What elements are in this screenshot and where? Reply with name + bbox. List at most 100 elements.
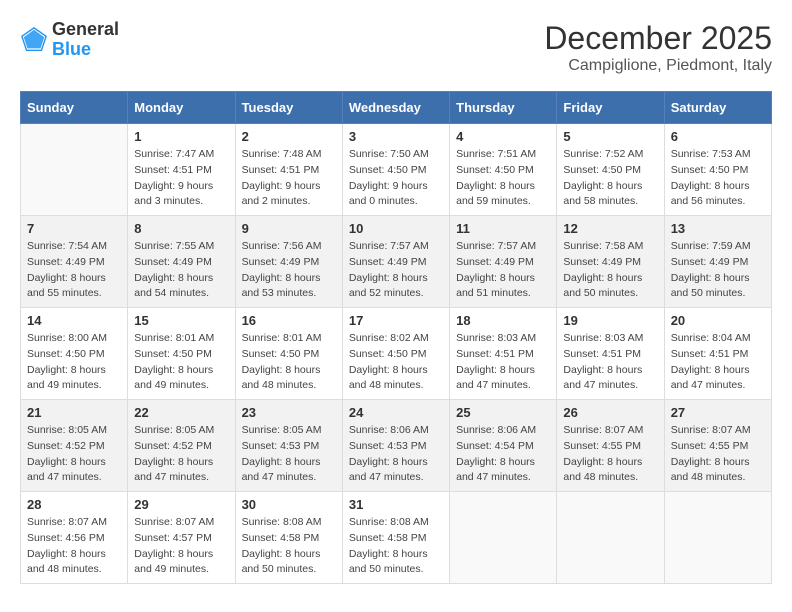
day-info: Sunrise: 8:08 AMSunset: 4:58 PMDaylight:… <box>349 515 443 578</box>
day-info: Sunrise: 7:56 AMSunset: 4:49 PMDaylight:… <box>242 239 336 302</box>
day-number: 8 <box>134 221 228 236</box>
day-info: Sunrise: 7:48 AMSunset: 4:51 PMDaylight:… <box>242 147 336 210</box>
calendar-cell: 17 Sunrise: 8:02 AMSunset: 4:50 PMDayligh… <box>342 308 449 400</box>
day-info: Sunrise: 8:07 AMSunset: 4:56 PMDaylight:… <box>27 515 121 578</box>
calendar-cell <box>557 492 664 584</box>
day-info: Sunrise: 8:07 AMSunset: 4:57 PMDaylight:… <box>134 515 228 578</box>
month-title: December 2025 <box>544 20 772 57</box>
calendar-week-row: 1 Sunrise: 7:47 AMSunset: 4:51 PMDaylight… <box>21 124 772 216</box>
day-number: 3 <box>349 129 443 144</box>
day-number: 11 <box>456 221 550 236</box>
day-number: 22 <box>134 405 228 420</box>
calendar-cell: 23Sunrise: 8:05 AMSunset: 4:53 PMDayligh… <box>235 400 342 492</box>
calendar-cell: 9 Sunrise: 7:56 AMSunset: 4:49 PMDaylight… <box>235 216 342 308</box>
day-info: Sunrise: 7:53 AMSunset: 4:50 PMDaylight:… <box>671 147 765 210</box>
day-number: 26 <box>563 405 657 420</box>
day-info: Sunrise: 7:58 AMSunset: 4:49 PMDaylight:… <box>563 239 657 302</box>
calendar-cell: 4Sunrise: 7:51 AMSunset: 4:50 PMDaylight… <box>450 124 557 216</box>
day-number: 10 <box>349 221 443 236</box>
day-number: 31 <box>349 497 443 512</box>
day-number: 23 <box>242 405 336 420</box>
day-number: 12 <box>563 221 657 236</box>
day-number: 19 <box>563 313 657 328</box>
calendar-week-row: 28 Sunrise: 8:07 AMSunset: 4:56 PMDayligh… <box>21 492 772 584</box>
day-number: 1 <box>134 129 228 144</box>
day-info: Sunrise: 8:03 AMSunset: 4:51 PMDaylight:… <box>563 331 657 394</box>
calendar-cell: 5Sunrise: 7:52 AMSunset: 4:50 PMDaylight… <box>557 124 664 216</box>
calendar-cell: 7 Sunrise: 7:54 AMSunset: 4:49 PMDaylight… <box>21 216 128 308</box>
calendar: SundayMondayTuesdayWednesdayThursdayFrid… <box>20 91 772 584</box>
calendar-cell: 3 Sunrise: 7:50 AMSunset: 4:50 PMDaylight… <box>342 124 449 216</box>
logo-blue-text: Blue <box>52 39 91 59</box>
calendar-cell: 28 Sunrise: 8:07 AMSunset: 4:56 PMDayligh… <box>21 492 128 584</box>
calendar-header-thursday: Thursday <box>450 92 557 124</box>
day-number: 28 <box>27 497 121 512</box>
calendar-cell: 20 Sunrise: 8:04 AMSunset: 4:51 PMDayligh… <box>664 308 771 400</box>
calendar-cell: 1 Sunrise: 7:47 AMSunset: 4:51 PMDaylight… <box>128 124 235 216</box>
day-info: Sunrise: 8:07 AMSunset: 4:55 PMDaylight:… <box>563 423 657 486</box>
calendar-cell: 6 Sunrise: 7:53 AMSunset: 4:50 PMDaylight… <box>664 124 771 216</box>
calendar-cell: 16 Sunrise: 8:01 AMSunset: 4:50 PMDayligh… <box>235 308 342 400</box>
calendar-week-row: 7 Sunrise: 7:54 AMSunset: 4:49 PMDaylight… <box>21 216 772 308</box>
day-info: Sunrise: 7:59 AMSunset: 4:49 PMDaylight:… <box>671 239 765 302</box>
day-number: 21 <box>27 405 121 420</box>
logo-general-text: General <box>52 19 119 39</box>
calendar-cell: 21 Sunrise: 8:05 AMSunset: 4:52 PMDayligh… <box>21 400 128 492</box>
calendar-header-row: SundayMondayTuesdayWednesdayThursdayFrid… <box>21 92 772 124</box>
calendar-cell: 24 Sunrise: 8:06 AMSunset: 4:53 PMDayligh… <box>342 400 449 492</box>
calendar-week-row: 14 Sunrise: 8:00 AMSunset: 4:50 PMDayligh… <box>21 308 772 400</box>
day-number: 13 <box>671 221 765 236</box>
day-info: Sunrise: 7:47 AMSunset: 4:51 PMDaylight:… <box>134 147 228 210</box>
day-number: 14 <box>27 313 121 328</box>
day-number: 25 <box>456 405 550 420</box>
location-subtitle: Campiglione, Piedmont, Italy <box>544 57 772 75</box>
day-number: 17 <box>349 313 443 328</box>
day-info: Sunrise: 8:02 AMSunset: 4:50 PMDaylight:… <box>349 331 443 394</box>
day-number: 27 <box>671 405 765 420</box>
calendar-cell: 27 Sunrise: 8:07 AMSunset: 4:55 PMDayligh… <box>664 400 771 492</box>
calendar-cell: 13 Sunrise: 7:59 AMSunset: 4:49 PMDayligh… <box>664 216 771 308</box>
calendar-header-friday: Friday <box>557 92 664 124</box>
calendar-cell <box>450 492 557 584</box>
day-info: Sunrise: 8:06 AMSunset: 4:53 PMDaylight:… <box>349 423 443 486</box>
calendar-cell: 26 Sunrise: 8:07 AMSunset: 4:55 PMDayligh… <box>557 400 664 492</box>
day-info: Sunrise: 7:54 AMSunset: 4:49 PMDaylight:… <box>27 239 121 302</box>
day-info: Sunrise: 7:57 AMSunset: 4:49 PMDaylight:… <box>349 239 443 302</box>
day-number: 18 <box>456 313 550 328</box>
day-number: 29 <box>134 497 228 512</box>
day-info: Sunrise: 7:57 AMSunset: 4:49 PMDaylight:… <box>456 239 550 302</box>
calendar-cell <box>21 124 128 216</box>
day-info: Sunrise: 8:04 AMSunset: 4:51 PMDaylight:… <box>671 331 765 394</box>
calendar-header-saturday: Saturday <box>664 92 771 124</box>
day-number: 20 <box>671 313 765 328</box>
day-info: Sunrise: 8:08 AMSunset: 4:58 PMDaylight:… <box>242 515 336 578</box>
day-info: Sunrise: 8:01 AMSunset: 4:50 PMDaylight:… <box>134 331 228 394</box>
day-info: Sunrise: 8:07 AMSunset: 4:55 PMDaylight:… <box>671 423 765 486</box>
calendar-week-row: 21 Sunrise: 8:05 AMSunset: 4:52 PMDayligh… <box>21 400 772 492</box>
day-info: Sunrise: 8:06 AMSunset: 4:54 PMDaylight:… <box>456 423 550 486</box>
day-number: 9 <box>242 221 336 236</box>
day-number: 2 <box>242 129 336 144</box>
calendar-cell: 19 Sunrise: 8:03 AMSunset: 4:51 PMDayligh… <box>557 308 664 400</box>
day-info: Sunrise: 8:01 AMSunset: 4:50 PMDaylight:… <box>242 331 336 394</box>
day-info: Sunrise: 8:05 AMSunset: 4:52 PMDaylight:… <box>27 423 121 486</box>
day-number: 7 <box>27 221 121 236</box>
day-number: 5 <box>563 129 657 144</box>
logo: General Blue <box>20 20 119 60</box>
header: General Blue December 2025 Campiglione, … <box>20 20 772 75</box>
calendar-cell: 18Sunrise: 8:03 AMSunset: 4:51 PMDayligh… <box>450 308 557 400</box>
calendar-cell: 14 Sunrise: 8:00 AMSunset: 4:50 PMDayligh… <box>21 308 128 400</box>
day-number: 15 <box>134 313 228 328</box>
calendar-header-monday: Monday <box>128 92 235 124</box>
calendar-cell: 10 Sunrise: 7:57 AMSunset: 4:49 PMDayligh… <box>342 216 449 308</box>
calendar-header-wednesday: Wednesday <box>342 92 449 124</box>
day-info: Sunrise: 7:51 AMSunset: 4:50 PMDaylight:… <box>456 147 550 210</box>
day-number: 16 <box>242 313 336 328</box>
calendar-cell: 31 Sunrise: 8:08 AMSunset: 4:58 PMDayligh… <box>342 492 449 584</box>
day-info: Sunrise: 8:00 AMSunset: 4:50 PMDaylight:… <box>27 331 121 394</box>
day-number: 24 <box>349 405 443 420</box>
day-info: Sunrise: 8:05 AMSunset: 4:52 PMDaylight:… <box>134 423 228 486</box>
day-number: 6 <box>671 129 765 144</box>
day-info: Sunrise: 7:50 AMSunset: 4:50 PMDaylight:… <box>349 147 443 210</box>
day-info: Sunrise: 7:55 AMSunset: 4:49 PMDaylight:… <box>134 239 228 302</box>
